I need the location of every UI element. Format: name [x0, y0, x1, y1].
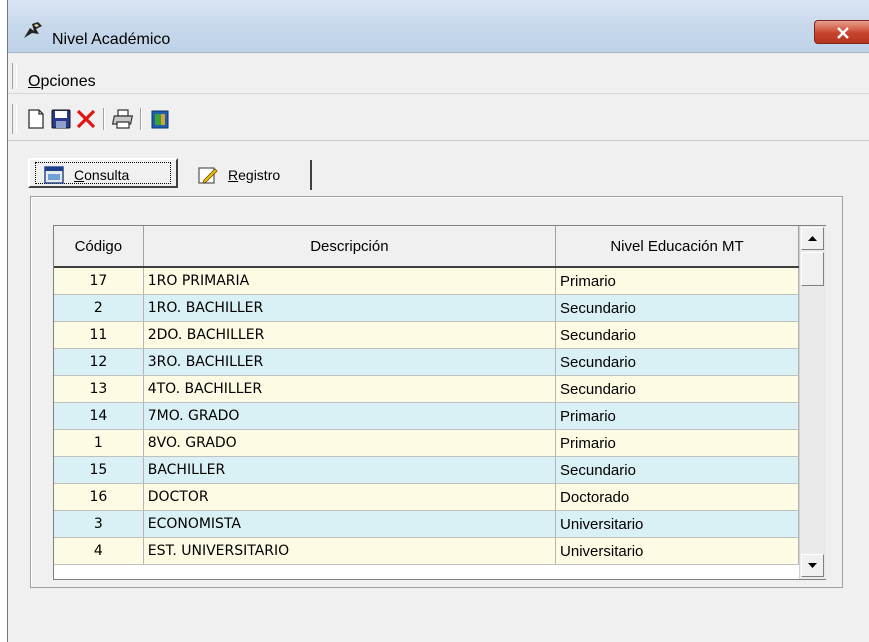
consulta-icon — [44, 166, 64, 184]
tab-consulta-label: Consulta — [74, 160, 129, 190]
cell-codigo[interactable]: 4 — [54, 537, 144, 565]
tab-registro-mnemonic: R — [228, 167, 239, 183]
new-icon[interactable] — [25, 108, 47, 130]
table-row[interactable]: 16 DOCTOR Doctorado — [54, 483, 799, 511]
column-header-descripcion[interactable]: Descripción — [143, 226, 557, 268]
table-row[interactable]: 3 ECONOMISTA Universitario — [54, 510, 799, 538]
tab-registro[interactable]: Registro — [184, 160, 312, 190]
tab-consulta-text: onsulta — [84, 167, 130, 183]
cell-nivel[interactable]: Primario — [555, 429, 799, 457]
delete-icon[interactable] — [75, 108, 97, 130]
cell-descripcion[interactable]: ECONOMISTA — [143, 510, 557, 538]
app-icon — [24, 22, 42, 38]
cell-descripcion[interactable]: 8VO. GRADO — [143, 429, 557, 457]
table-row[interactable]: 12 3RO. BACHILLER Secundario — [54, 348, 799, 376]
vertical-scrollbar[interactable] — [799, 226, 826, 579]
cell-nivel[interactable]: Doctorado — [555, 483, 799, 511]
menu-opciones[interactable]: Opciones — [28, 72, 96, 92]
grid-table: Código Descripción Nivel Educación MT 17… — [54, 226, 799, 565]
menu-opciones-mnemonic: O — [28, 73, 41, 90]
column-header-codigo[interactable]: Código — [54, 226, 144, 268]
table-row[interactable]: 1 8VO. GRADO Primario — [54, 429, 799, 457]
tab-registro-label: Registro — [228, 160, 280, 190]
grid-body: 17 1RO PRIMARIA Primario 2 1RO. BACHILLER Sec… — [54, 267, 799, 565]
table-row[interactable]: 14 7MO. GRADO Primario — [54, 402, 799, 430]
cell-descripcion[interactable]: 1RO. BACHILLER — [143, 294, 557, 322]
table-row[interactable]: 4 EST. UNIVERSITARIO Universitario — [54, 537, 799, 565]
toolbar-separator — [103, 108, 105, 130]
title-bar[interactable]: Nivel Académico — [8, 0, 869, 53]
close-button[interactable] — [814, 20, 869, 44]
tab-registro-text: egistro — [238, 167, 281, 183]
cell-descripcion[interactable]: 3RO. BACHILLER — [143, 348, 557, 376]
cell-nivel[interactable]: Secundario — [555, 456, 799, 484]
close-icon — [837, 27, 849, 39]
tab-consulta-mnemonic: C — [74, 167, 85, 183]
cell-codigo[interactable]: 11 — [54, 321, 144, 349]
table-row[interactable]: 2 1RO. BACHILLER Secundario — [54, 294, 799, 322]
cell-descripcion[interactable]: BACHILLER — [143, 456, 557, 484]
cell-nivel[interactable]: Secundario — [555, 348, 799, 376]
toolbar — [8, 94, 869, 141]
cell-codigo[interactable]: 17 — [54, 267, 144, 295]
cell-nivel[interactable]: Secundario — [555, 375, 799, 403]
print-icon[interactable] — [112, 108, 134, 130]
window-title: Nivel Académico — [52, 31, 171, 48]
cell-nivel[interactable]: Primario — [555, 402, 799, 430]
scroll-thumb[interactable] — [801, 252, 824, 286]
cell-descripcion[interactable]: EST. UNIVERSITARIO — [143, 537, 557, 565]
save-icon[interactable] — [50, 108, 72, 130]
scroll-down-button[interactable] — [801, 554, 824, 577]
cell-descripcion[interactable]: 1RO PRIMARIA — [143, 267, 557, 295]
cell-codigo[interactable]: 15 — [54, 456, 144, 484]
column-header-nivel[interactable]: Nivel Educación MT — [555, 226, 799, 268]
table-row[interactable]: 11 2DO. BACHILLER Secundario — [54, 321, 799, 349]
cell-codigo[interactable]: 1 — [54, 429, 144, 457]
cell-nivel[interactable]: Universitario — [555, 510, 799, 538]
table-row[interactable]: 13 4TO. BACHILLER Secundario — [54, 375, 799, 403]
cell-descripcion[interactable]: DOCTOR — [143, 483, 557, 511]
cell-codigo[interactable]: 12 — [54, 348, 144, 376]
data-grid[interactable]: Código Descripción Nivel Educación MT 17… — [53, 225, 826, 580]
cell-codigo[interactable]: 3 — [54, 510, 144, 538]
registro-icon — [198, 167, 218, 184]
menu-bar: Opciones — [8, 53, 869, 94]
cell-codigo[interactable]: 13 — [54, 375, 144, 403]
cell-nivel[interactable]: Primario — [555, 267, 799, 295]
grid-header-row: Código Descripción Nivel Educación MT — [54, 226, 799, 268]
cell-codigo[interactable]: 2 — [54, 294, 144, 322]
cell-descripcion[interactable]: 7MO. GRADO — [143, 402, 557, 430]
tab-consulta[interactable]: Consulta — [28, 158, 178, 188]
exit-icon[interactable] — [149, 108, 171, 130]
toolbar-separator — [140, 108, 142, 130]
toolbar-grip[interactable] — [12, 104, 17, 134]
menu-opciones-label: pciones — [40, 73, 96, 90]
cell-nivel[interactable]: Secundario — [555, 321, 799, 349]
cell-descripcion[interactable]: 4TO. BACHILLER — [143, 375, 557, 403]
up-arrow-icon — [808, 236, 817, 241]
cell-descripcion[interactable]: 2DO. BACHILLER — [143, 321, 557, 349]
down-arrow-icon — [808, 563, 817, 568]
scroll-up-button[interactable] — [801, 227, 824, 250]
menu-grip[interactable] — [12, 63, 17, 89]
cell-codigo[interactable]: 16 — [54, 483, 144, 511]
table-row[interactable]: 15 BACHILLER Secundario — [54, 456, 799, 484]
cell-nivel[interactable]: Universitario — [555, 537, 799, 565]
table-row[interactable]: 17 1RO PRIMARIA Primario — [54, 267, 799, 295]
cell-nivel[interactable]: Secundario — [555, 294, 799, 322]
cell-codigo[interactable]: 14 — [54, 402, 144, 430]
